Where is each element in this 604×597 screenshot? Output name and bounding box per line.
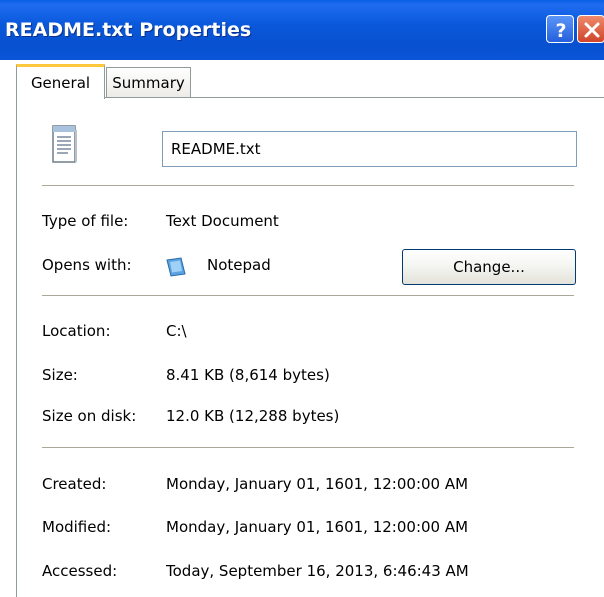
size-on-disk-label: Size on disk: bbox=[42, 407, 137, 425]
type-of-file-label: Type of file: bbox=[42, 212, 129, 230]
notepad-icon bbox=[166, 257, 186, 277]
tab-strip: General Summary bbox=[0, 60, 604, 99]
tab-summary[interactable]: Summary bbox=[106, 67, 191, 97]
created-value: Monday, January 01, 1601, 12:00:00 AM bbox=[166, 475, 469, 493]
help-icon: ? bbox=[555, 20, 566, 42]
svg-text:?: ? bbox=[555, 20, 566, 42]
help-button[interactable]: ? bbox=[546, 15, 574, 43]
separator bbox=[42, 295, 574, 297]
created-label: Created: bbox=[42, 475, 107, 493]
size-on-disk-value: 12.0 KB (12,288 bytes) bbox=[166, 407, 340, 425]
separator bbox=[42, 185, 574, 187]
accessed-value: Today, September 16, 2013, 6:46:43 AM bbox=[166, 562, 469, 580]
opens-with-value: Notepad bbox=[207, 256, 271, 274]
opens-with-label: Opens with: bbox=[42, 256, 132, 274]
location-label: Location: bbox=[42, 322, 111, 340]
change-button[interactable]: Change... bbox=[402, 249, 576, 285]
title-bar[interactable]: README.txt Properties ? bbox=[0, 0, 604, 60]
close-button[interactable] bbox=[577, 15, 604, 43]
separator bbox=[42, 447, 574, 449]
location-value: C:\ bbox=[166, 322, 187, 340]
window-title: README.txt Properties bbox=[5, 19, 252, 41]
dialog-body: General Summary Type of file: Text Docum… bbox=[0, 60, 604, 597]
modified-value: Monday, January 01, 1601, 12:00:00 AM bbox=[166, 518, 469, 536]
modified-label: Modified: bbox=[42, 518, 112, 536]
text-document-icon bbox=[52, 125, 77, 163]
file-name-input[interactable] bbox=[162, 131, 577, 167]
tab-general[interactable]: General bbox=[16, 64, 105, 99]
accessed-label: Accessed: bbox=[42, 562, 118, 580]
size-label: Size: bbox=[42, 366, 78, 384]
size-value: 8.41 KB (8,614 bytes) bbox=[166, 366, 330, 384]
type-of-file-value: Text Document bbox=[166, 212, 279, 230]
close-icon bbox=[584, 22, 600, 38]
